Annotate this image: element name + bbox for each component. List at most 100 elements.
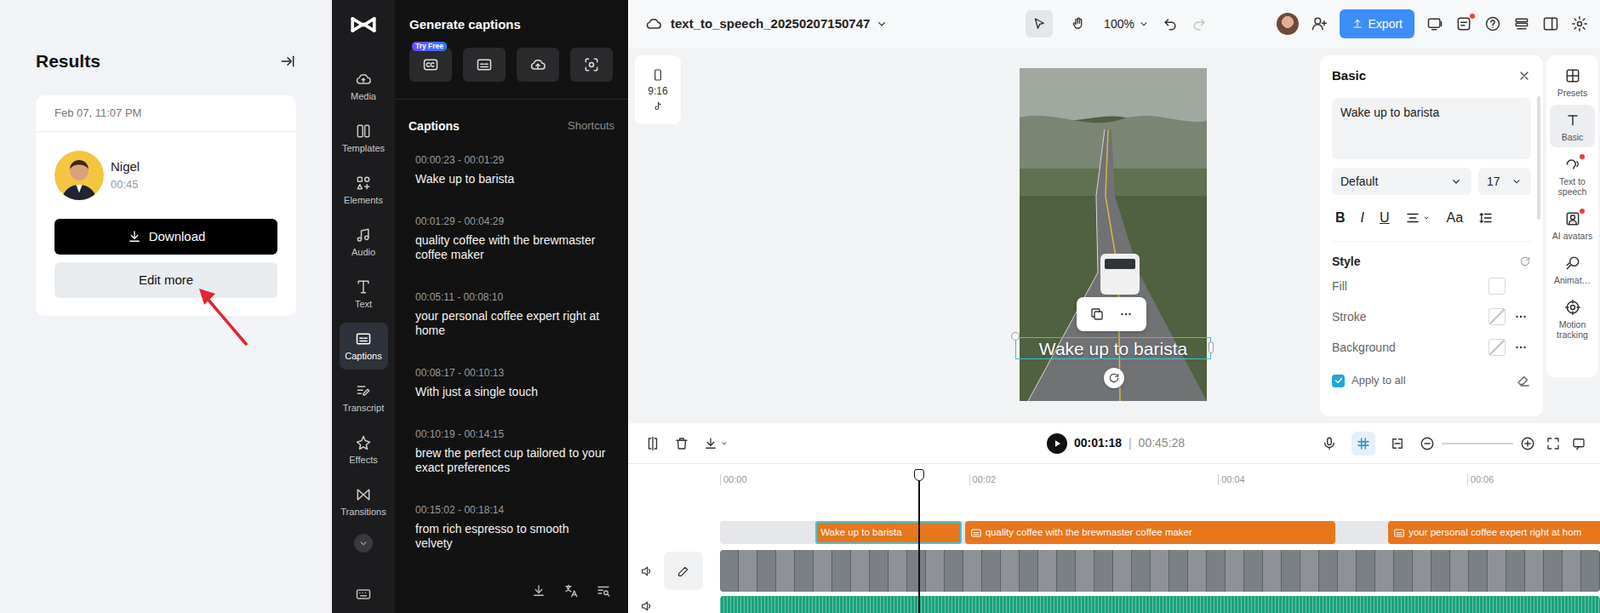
- italic-button[interactable]: I: [1360, 209, 1365, 227]
- nav-item[interactable]: Transitions: [339, 478, 389, 526]
- redo-icon[interactable]: [1190, 15, 1208, 33]
- nav-item[interactable]: Elements: [339, 166, 389, 214]
- rotate-handle[interactable]: [1103, 367, 1125, 389]
- mic-toggle[interactable]: [1317, 431, 1342, 456]
- help-icon[interactable]: [1484, 15, 1502, 33]
- add-user-icon[interactable]: [1310, 15, 1328, 33]
- export-button[interactable]: Export: [1339, 9, 1415, 39]
- collapse-panel-icon[interactable]: [279, 52, 297, 70]
- edit-cover-button[interactable]: [663, 551, 703, 590]
- snap-toggle[interactable]: [1351, 431, 1376, 456]
- apply-all-checkbox[interactable]: [1331, 374, 1345, 388]
- link-toggle[interactable]: [1385, 431, 1410, 456]
- property-tab[interactable]: Motion tracking: [1549, 291, 1595, 345]
- close-icon[interactable]: [1517, 68, 1532, 83]
- layers-icon[interactable]: [1513, 15, 1531, 33]
- speaker-icon[interactable]: [640, 599, 654, 613]
- caption-item[interactable]: 00:10:19 - 00:14:15brew the perfect cup …: [408, 419, 615, 484]
- time-ruler[interactable]: 00:0000:0200:0400:06: [720, 463, 1600, 498]
- nav-item[interactable]: Media: [339, 62, 389, 110]
- caption-overlay-text[interactable]: Wake up to barista: [1039, 338, 1188, 359]
- user-avatar[interactable]: [1276, 12, 1299, 35]
- caption-text-field[interactable]: Wake up to barista: [1331, 97, 1532, 160]
- upload-captions-button[interactable]: [516, 47, 560, 82]
- scan-captions-button[interactable]: [570, 47, 613, 82]
- reset-icon[interactable]: [1519, 255, 1532, 268]
- caption-text[interactable]: from rich espresso to smooth velvety: [415, 521, 608, 551]
- select-tool[interactable]: [1025, 10, 1053, 38]
- translate-icon[interactable]: [563, 582, 579, 599]
- download-icon[interactable]: [531, 582, 547, 599]
- aspect-ratio-chip[interactable]: 9:16: [634, 55, 681, 125]
- caption-clip[interactable]: your personal coffee expert right at hom: [1388, 520, 1600, 544]
- caption-clip[interactable]: quality coffee with the brewmaster coffe…: [965, 520, 1336, 544]
- auto-captions-button[interactable]: Try Free: [409, 47, 452, 82]
- updates-icon[interactable]: [1455, 15, 1473, 33]
- caption-text-box[interactable]: Wake up to barista: [1015, 337, 1212, 360]
- caption-text[interactable]: quality coffee with the brewmaster coffe…: [415, 233, 608, 263]
- eraser-icon[interactable]: [1515, 372, 1532, 389]
- nav-item[interactable]: Captions: [339, 322, 389, 370]
- caption-item[interactable]: 00:00:23 - 00:01:29Wake up to barista: [408, 145, 615, 195]
- caption-item[interactable]: 00:05:11 - 00:08:10your personal coffee …: [408, 282, 615, 347]
- play-button[interactable]: [1046, 433, 1068, 454]
- property-tab[interactable]: AI avatars: [1549, 203, 1595, 246]
- color-swatch[interactable]: [1488, 277, 1506, 295]
- download-menu[interactable]: [702, 435, 730, 452]
- caption-item[interactable]: 00:08:17 - 00:10:13With just a single to…: [408, 358, 615, 408]
- manual-captions-button[interactable]: [462, 47, 506, 82]
- caption-text[interactable]: brew the perfect cup tailored to your ex…: [415, 445, 608, 475]
- caption-item[interactable]: 00:01:29 - 00:04:29quality coffee with t…: [408, 206, 615, 271]
- expand-nav-button[interactable]: [354, 533, 373, 553]
- property-tab[interactable]: Text to speech: [1549, 148, 1595, 202]
- keyboard-icon[interactable]: [354, 585, 372, 603]
- width-handle[interactable]: [1208, 341, 1214, 354]
- nav-item[interactable]: Text: [339, 270, 389, 318]
- property-tab[interactable]: Presets: [1549, 60, 1595, 103]
- caption-text[interactable]: With just a single touch: [415, 384, 608, 400]
- text-case-button[interactable]: Aa: [1446, 209, 1464, 227]
- color-swatch[interactable]: [1488, 308, 1506, 326]
- search-captions-icon[interactable]: [595, 582, 612, 599]
- video-preview[interactable]: Wake up to barista: [1019, 68, 1207, 401]
- playhead-handle[interactable]: [914, 468, 925, 481]
- underline-button[interactable]: U: [1379, 209, 1390, 227]
- hand-tool[interactable]: [1064, 10, 1092, 38]
- undo-icon[interactable]: [1161, 15, 1179, 33]
- nav-item[interactable]: Audio: [339, 218, 389, 266]
- split-icon[interactable]: [645, 435, 661, 452]
- color-swatch[interactable]: [1488, 338, 1506, 356]
- caption-text[interactable]: Wake up to barista: [415, 171, 608, 187]
- bold-button[interactable]: B: [1335, 209, 1346, 227]
- zoom-slider[interactable]: [1441, 442, 1514, 445]
- edit-more-button[interactable]: Edit more: [54, 262, 278, 298]
- project-name[interactable]: text_to_speech_20250207150747: [670, 14, 870, 35]
- more-options-icon[interactable]: [1118, 306, 1134, 322]
- caption-clip[interactable]: Wake up to barista: [815, 520, 962, 544]
- zoom-out-icon[interactable]: [1419, 435, 1435, 452]
- property-tab[interactable]: Animat…: [1549, 247, 1595, 291]
- font-select[interactable]: Default: [1331, 167, 1472, 195]
- nav-item[interactable]: Transcript: [339, 374, 389, 422]
- gear-icon[interactable]: [1571, 15, 1589, 33]
- chevron-down-icon[interactable]: [874, 17, 889, 31]
- fullscreen-icon[interactable]: [1545, 435, 1561, 452]
- caption-text[interactable]: your personal coffee expert right at hom…: [415, 308, 608, 338]
- scrollbar[interactable]: [1537, 96, 1541, 220]
- more-options-icon[interactable]: [1510, 308, 1532, 325]
- more-options-icon[interactable]: [1510, 339, 1532, 355]
- nav-item[interactable]: Effects: [339, 426, 389, 474]
- download-button[interactable]: Download: [54, 218, 278, 255]
- audio-clip[interactable]: [720, 595, 1600, 613]
- zoom-in-icon[interactable]: [1520, 435, 1536, 452]
- resize-handle[interactable]: [1011, 331, 1020, 341]
- line-spacing-icon[interactable]: [1478, 210, 1494, 226]
- speaker-icon[interactable]: [640, 564, 654, 578]
- duplicate-icon[interactable]: [1089, 306, 1105, 322]
- capcut-logo-icon[interactable]: [348, 10, 378, 40]
- playhead[interactable]: [914, 468, 925, 613]
- video-clip[interactable]: [720, 549, 1600, 592]
- font-size-select[interactable]: 17: [1478, 167, 1532, 195]
- shortcuts-link[interactable]: Shortcuts: [567, 118, 615, 134]
- caption-item[interactable]: 00:15:02 - 00:18:14from rich espresso to…: [408, 495, 615, 560]
